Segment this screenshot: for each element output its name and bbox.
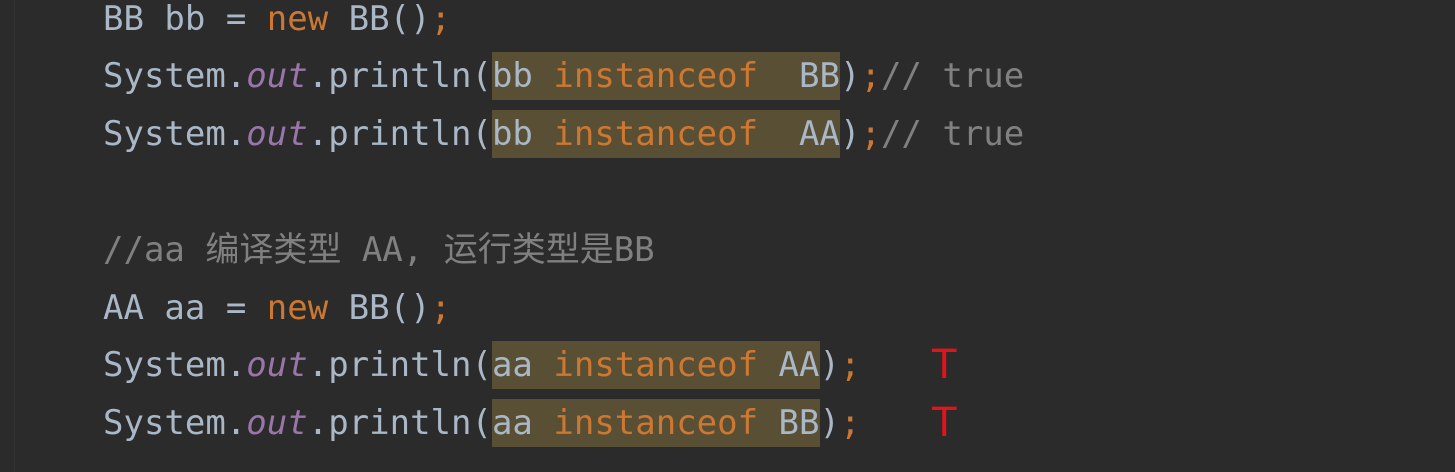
- variable-name: aa: [491, 403, 554, 443]
- code-token: BB bb =: [103, 0, 267, 39]
- highlighted-expression: aa instanceof BB: [491, 399, 820, 447]
- variable-name: bb: [491, 56, 554, 96]
- code-line-7[interactable]: System.out.println(aa instanceof AA);: [103, 336, 860, 394]
- code-token: .println(: [307, 403, 492, 443]
- code-line-6[interactable]: AA aa = new BB();: [103, 279, 451, 337]
- close-paren: ): [819, 403, 840, 443]
- static-field-out: out: [246, 345, 308, 385]
- highlighted-expression: bb instanceof BB: [491, 52, 840, 100]
- code-token: BB(): [328, 0, 431, 39]
- handwritten-true-mark: T: [932, 400, 957, 446]
- variable-name: aa: [491, 345, 554, 385]
- instanceof-keyword: instanceof: [553, 114, 759, 154]
- code-token: System.: [103, 114, 247, 154]
- code-line-1[interactable]: BB bb = new BB();: [103, 0, 451, 48]
- code-token: System.: [103, 56, 247, 96]
- static-field-out: out: [246, 114, 308, 154]
- highlighted-expression: aa instanceof AA: [491, 341, 820, 389]
- type-name: AA: [758, 114, 840, 154]
- line-comment: // true: [880, 56, 1025, 96]
- code-line-3[interactable]: System.out.println(bb instanceof AA);// …: [103, 105, 1024, 163]
- code-editor[interactable]: BB bb = new BB(); System.out.println(bb …: [0, 0, 1455, 472]
- handwritten-true-mark: T: [932, 342, 957, 388]
- static-field-out: out: [246, 56, 308, 96]
- type-name: BB: [758, 403, 820, 443]
- line-comment: // true: [880, 114, 1025, 154]
- code-line-8[interactable]: System.out.println(aa instanceof BB);: [103, 394, 860, 452]
- close-paren: ): [819, 345, 840, 385]
- code-line-2[interactable]: System.out.println(bb instanceof BB);// …: [103, 47, 1024, 105]
- instanceof-keyword: instanceof: [553, 345, 759, 385]
- semicolon: ;: [430, 0, 452, 39]
- code-token: .println(: [307, 114, 492, 154]
- semicolon: ;: [839, 345, 861, 385]
- line-comment: //aa 编译类型 AA, 运行类型是BB: [103, 230, 655, 270]
- code-token: .println(: [307, 345, 492, 385]
- new-keyword: new: [266, 288, 329, 328]
- gutter-divider: [14, 0, 15, 472]
- code-token: .println(: [307, 56, 492, 96]
- code-token: System.: [103, 403, 247, 443]
- static-field-out: out: [246, 403, 308, 443]
- new-keyword: new: [266, 0, 329, 39]
- semicolon: ;: [839, 403, 861, 443]
- code-line-comment[interactable]: //aa 编译类型 AA, 运行类型是BB: [103, 221, 655, 279]
- semicolon: ;: [860, 56, 881, 96]
- close-paren: ): [839, 114, 861, 154]
- instanceof-keyword: instanceof: [553, 403, 759, 443]
- type-name: AA: [758, 345, 820, 385]
- semicolon: ;: [860, 114, 881, 154]
- code-token: System.: [103, 345, 247, 385]
- instanceof-keyword: instanceof: [553, 56, 759, 96]
- highlighted-expression: bb instanceof AA: [491, 110, 840, 158]
- close-paren: ): [839, 56, 861, 96]
- code-token: AA aa =: [103, 288, 267, 328]
- type-name: BB: [758, 56, 840, 96]
- code-token: BB(): [328, 288, 431, 328]
- variable-name: bb: [491, 114, 554, 154]
- semicolon: ;: [430, 288, 452, 328]
